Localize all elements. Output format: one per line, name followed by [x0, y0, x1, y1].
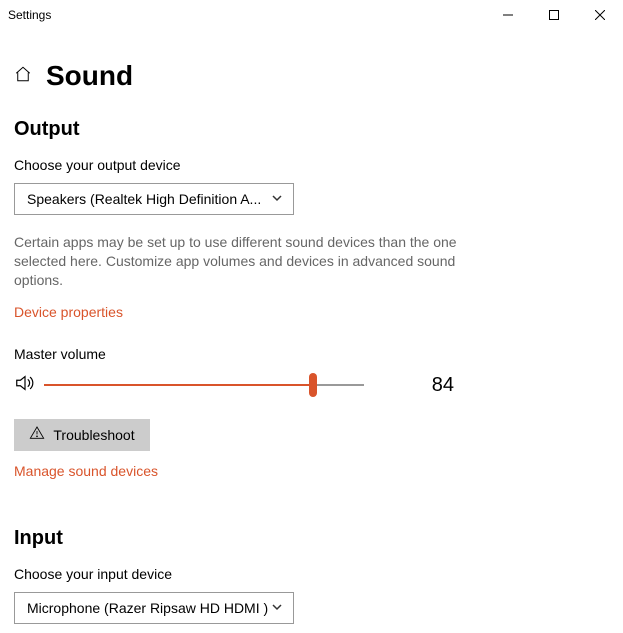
output-device-dropdown[interactable]: Speakers (Realtek High Definition A...: [14, 183, 294, 215]
master-volume-value: 84: [432, 374, 454, 397]
troubleshoot-label: Troubleshoot: [53, 427, 134, 443]
troubleshoot-button[interactable]: Troubleshoot: [14, 419, 150, 451]
close-button[interactable]: [577, 0, 623, 30]
input-heading: Input: [14, 527, 609, 550]
manage-sound-link[interactable]: Manage sound devices: [14, 463, 158, 479]
slider-fill: [44, 384, 313, 386]
speaker-icon[interactable]: [14, 372, 36, 399]
output-choose-label: Choose your output device: [14, 157, 609, 173]
chevron-down-icon: [271, 191, 283, 207]
maximize-button[interactable]: [531, 0, 577, 30]
master-volume-slider[interactable]: [44, 373, 364, 397]
input-device-dropdown[interactable]: Microphone (Razer Ripsaw HD HDMI ): [14, 592, 294, 624]
output-device-value: Speakers (Realtek High Definition A...: [27, 191, 261, 207]
input-device-value: Microphone (Razer Ripsaw HD HDMI ): [27, 600, 268, 616]
input-choose-label: Choose your input device: [14, 566, 609, 582]
minimize-button[interactable]: [485, 0, 531, 30]
header: Sound: [0, 30, 623, 104]
output-description: Certain apps may be set up to use differ…: [14, 233, 464, 290]
device-properties-link[interactable]: Device properties: [14, 304, 123, 320]
content: Output Choose your output device Speaker…: [0, 104, 623, 624]
page-title: Sound: [46, 60, 133, 92]
output-heading: Output: [14, 118, 609, 141]
master-volume-label: Master volume: [14, 346, 609, 362]
master-volume-row: 84: [14, 372, 454, 399]
titlebar: Settings: [0, 0, 623, 30]
slider-thumb[interactable]: [309, 373, 317, 397]
chevron-down-icon: [271, 600, 283, 616]
home-icon[interactable]: [14, 65, 32, 88]
warning-icon: [29, 425, 45, 444]
window-title: Settings: [8, 8, 485, 22]
